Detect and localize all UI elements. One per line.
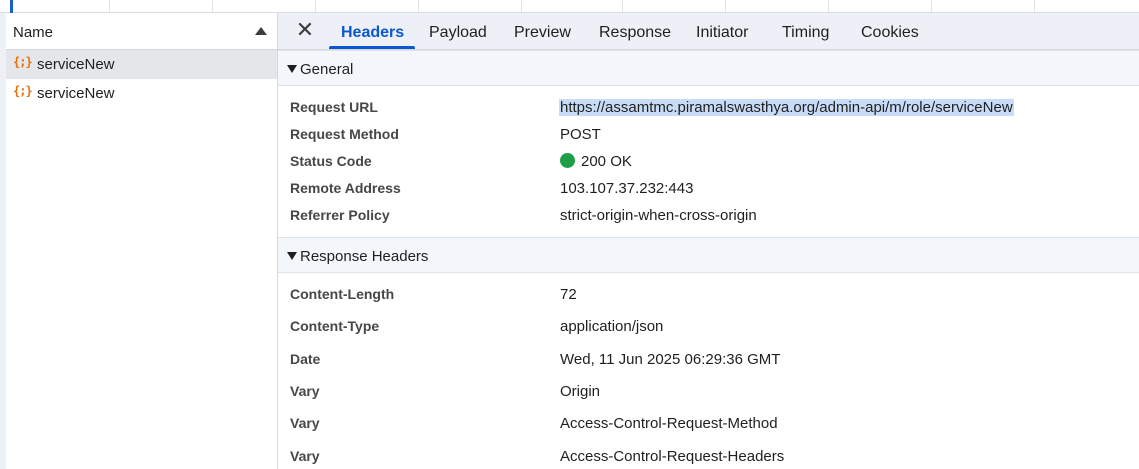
waterfall-marker	[10, 0, 13, 13]
response-headers-section-header[interactable]: Response Headers	[278, 237, 1139, 273]
header-row-vary: Vary Access-Control-Request-Headers	[278, 448, 1139, 469]
tab-cookies[interactable]: Cookies	[861, 24, 919, 42]
header-key: Request URL	[290, 99, 378, 115]
general-section-header[interactable]: General	[278, 50, 1139, 86]
request-row[interactable]: {;} serviceNew	[6, 50, 277, 79]
waterfall-gridline	[109, 0, 110, 12]
header-row-vary: Vary Origin	[278, 383, 1139, 410]
header-value[interactable]: POST	[560, 126, 601, 143]
expand-triangle-icon	[287, 65, 297, 73]
json-fetch-icon: {;}	[13, 84, 33, 98]
header-key: Date	[290, 351, 321, 367]
waterfall-gridline	[521, 0, 522, 12]
json-fetch-icon: {;}	[13, 55, 33, 69]
header-row-vary: Vary Access-Control-Request-Method	[278, 415, 1139, 442]
sort-ascending-icon[interactable]	[255, 27, 267, 35]
header-key: Vary	[290, 415, 320, 431]
tab-payload[interactable]: Payload	[429, 24, 487, 42]
section-title: Response Headers	[300, 248, 429, 265]
header-key: Content-Type	[290, 318, 380, 334]
header-key: Vary	[290, 448, 320, 464]
status-ok-icon	[560, 153, 575, 168]
header-value[interactable]: strict-origin-when-cross-origin	[560, 207, 757, 224]
header-row-date: Date Wed, 11 Jun 2025 06:29:36 GMT	[278, 351, 1139, 378]
waterfall-gridline	[622, 0, 623, 12]
waterfall-gridline	[418, 0, 419, 12]
header-row-status-code: Status Code 200 OK	[278, 153, 1139, 180]
header-value[interactable]: 103.107.37.232:443	[560, 180, 693, 197]
tab-initiator[interactable]: Initiator	[696, 24, 748, 42]
request-name: serviceNew	[37, 85, 115, 102]
details-tabbar: ✕ Headers Payload Preview Response Initi…	[278, 13, 1139, 50]
tab-response[interactable]: Response	[599, 24, 671, 42]
header-row-remote-address: Remote Address 103.107.37.232:443	[278, 180, 1139, 207]
waterfall-gridline	[725, 0, 726, 12]
section-title: General	[300, 61, 354, 78]
header-key: Status Code	[290, 153, 372, 169]
header-value[interactable]: application/json	[560, 318, 663, 335]
header-row-content-type: Content-Type application/json	[278, 318, 1139, 345]
waterfall-gridline	[212, 0, 213, 12]
request-details: ✕ Headers Payload Preview Response Initi…	[278, 13, 1139, 469]
status-code-value[interactable]: 200 OK	[560, 153, 632, 170]
tab-headers[interactable]: Headers	[341, 24, 404, 42]
request-row[interactable]: {;} serviceNew	[6, 79, 277, 108]
waterfall-gridline	[1034, 0, 1035, 12]
header-value[interactable]: Access-Control-Request-Method	[560, 415, 778, 432]
waterfall-overview[interactable]	[0, 0, 1139, 13]
status-text: 200 OK	[581, 153, 632, 170]
name-column-label: Name	[13, 24, 54, 41]
header-row-content-length: Content-Length 72	[278, 286, 1139, 313]
header-row-referrer-policy: Referrer Policy strict-origin-when-cross…	[278, 207, 1139, 234]
waterfall-gridline	[931, 0, 932, 12]
waterfall-gridline	[315, 0, 316, 12]
header-row-request-url: Request URL https://assamtmc.piramalswas…	[278, 99, 1139, 126]
header-value[interactable]: Origin	[560, 383, 600, 400]
header-key: Request Method	[290, 126, 399, 142]
header-key: Vary	[290, 383, 320, 399]
request-name: serviceNew	[37, 56, 115, 73]
request-url-value[interactable]: https://assamtmc.piramalswasthya.org/adm…	[559, 99, 1014, 116]
tab-timing[interactable]: Timing	[782, 24, 829, 42]
header-value[interactable]: 72	[560, 286, 577, 303]
active-tab-indicator	[329, 46, 415, 49]
close-icon[interactable]: ✕	[294, 18, 316, 42]
request-list: Name {;} serviceNew {;} serviceNew	[0, 13, 278, 469]
header-key: Referrer Policy	[290, 207, 390, 223]
header-key: Remote Address	[290, 180, 401, 196]
expand-triangle-icon	[287, 252, 297, 260]
header-row-request-method: Request Method POST	[278, 126, 1139, 153]
header-key: Content-Length	[290, 286, 395, 302]
name-column-header[interactable]: Name	[6, 13, 277, 50]
devtools-network-panel: Name {;} serviceNew {;} serviceNew ✕ Hea…	[0, 0, 1139, 469]
header-value[interactable]: Wed, 11 Jun 2025 06:29:36 GMT	[560, 351, 780, 368]
tab-preview[interactable]: Preview	[514, 24, 571, 42]
waterfall-gridline	[828, 0, 829, 12]
header-value[interactable]: Access-Control-Request-Headers	[560, 448, 784, 465]
